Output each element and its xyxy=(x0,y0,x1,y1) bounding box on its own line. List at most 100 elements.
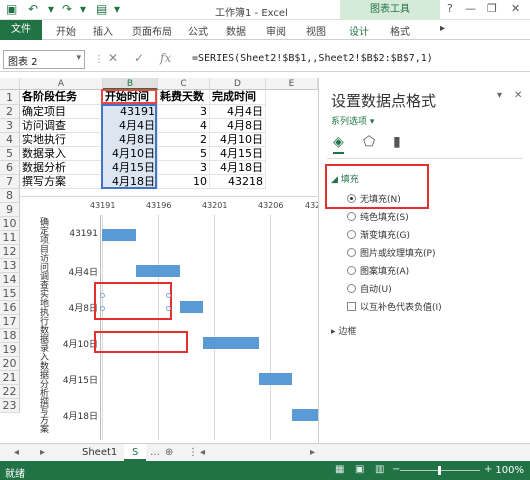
row-header[interactable]: 12 xyxy=(0,245,20,259)
gradient-fill-radio[interactable]: 渐变填充(G) xyxy=(347,228,410,241)
table-cell[interactable]: 实地执行 xyxy=(20,133,103,147)
column-header-d[interactable]: D xyxy=(210,78,266,90)
zoom-level[interactable]: 100% xyxy=(495,465,524,476)
row-header[interactable]: 23 xyxy=(0,399,20,413)
table-cell[interactable]: 数据录入 xyxy=(20,147,103,161)
tab-insert[interactable]: 插入 xyxy=(93,23,113,38)
add-sheet-icon[interactable]: ⊕ xyxy=(165,447,173,458)
table-cell[interactable]: 4月18日 xyxy=(210,161,266,175)
row-header[interactable]: 5 xyxy=(0,147,20,161)
gantt-bar[interactable] xyxy=(180,301,203,313)
row-header[interactable]: 19 xyxy=(0,343,20,357)
separator-icon[interactable]: ⋮ xyxy=(188,447,198,458)
table-cell[interactable]: 4 xyxy=(158,119,210,133)
resize-handle[interactable] xyxy=(166,293,171,298)
redo-dropdown-icon[interactable]: ▾ xyxy=(80,2,86,16)
table-header-cell[interactable]: 耗费天数 xyxy=(158,90,210,105)
table-cell[interactable]: 撰写方案 xyxy=(20,175,103,189)
table-cell[interactable]: 43218 xyxy=(210,175,266,189)
scroll-right-icon[interactable]: ▸ xyxy=(40,447,45,458)
solid-fill-radio[interactable]: 纯色填充(S) xyxy=(347,210,409,223)
tab-data[interactable]: 数据 xyxy=(226,23,246,38)
resize-handle[interactable] xyxy=(166,306,171,311)
zoom-in-icon[interactable]: + xyxy=(484,464,492,475)
gantt-bar[interactable] xyxy=(292,409,318,421)
minimize-button[interactable]: — xyxy=(465,2,476,15)
row-header[interactable]: 20 xyxy=(0,357,20,371)
table-cell[interactable]: 10 xyxy=(158,175,210,189)
picture-fill-radio[interactable]: 图片或纹理填充(P) xyxy=(347,246,435,259)
name-box[interactable]: 图表 2 ▾ xyxy=(3,50,85,69)
select-all-corner[interactable] xyxy=(0,78,20,90)
tab-formulas[interactable]: 公式 xyxy=(188,23,208,38)
formula-input[interactable]: =SERIES(Sheet2!$B$1,,Sheet2!$B$2:$B$7,1) xyxy=(192,53,433,64)
gantt-bar[interactable] xyxy=(102,229,136,241)
undo-icon[interactable]: ↶ xyxy=(28,2,38,16)
chevron-down-icon[interactable]: ▾ xyxy=(497,90,502,101)
gantt-bar[interactable] xyxy=(202,337,259,349)
series-options-icon[interactable]: ▮ xyxy=(393,134,401,150)
row-header[interactable]: 13 xyxy=(0,259,20,273)
confirm-icon[interactable]: ✓ xyxy=(134,51,144,65)
table-cell[interactable]: 5 xyxy=(158,147,210,161)
table-cell[interactable]: 4月18日 xyxy=(103,175,158,189)
column-header-a[interactable]: A xyxy=(20,78,103,90)
resize-handle[interactable] xyxy=(100,293,105,298)
row-header[interactable]: 10 xyxy=(0,217,20,231)
scroll-left-icon[interactable]: ◂ xyxy=(14,447,19,458)
table-cell[interactable]: 4月15日 xyxy=(103,161,158,175)
border-section-header[interactable]: ▸ 边框 xyxy=(331,324,356,337)
invert-negative-checkbox[interactable]: 以互补色代表负值(I) xyxy=(347,300,442,313)
quick-access-icon[interactable]: ▤ xyxy=(96,2,107,16)
table-cell[interactable]: 数据分析 xyxy=(20,161,103,175)
save-icon[interactable]: ▣ xyxy=(6,2,17,16)
user-account-label[interactable]: ▸ xyxy=(440,23,445,34)
table-header-cell[interactable]: 开始时间 xyxy=(103,90,158,105)
cancel-icon[interactable]: ✕ xyxy=(108,51,118,65)
insert-function-icon[interactable]: fx xyxy=(160,51,171,65)
series-options-dropdown[interactable]: 系列选项 ▾ xyxy=(331,114,374,127)
table-cell[interactable]: 4月8日 xyxy=(103,133,158,147)
row-header[interactable]: 6 xyxy=(0,161,20,175)
column-header-c[interactable]: C xyxy=(158,78,210,90)
table-cell[interactable]: 3 xyxy=(158,161,210,175)
file-tab[interactable]: 文件 xyxy=(0,20,42,40)
table-cell[interactable]: 确定项目 xyxy=(20,105,103,119)
more-sheets-icon[interactable]: … xyxy=(150,447,160,458)
table-cell[interactable]: 4月4日 xyxy=(210,105,266,119)
zoom-slider-thumb[interactable] xyxy=(438,466,441,475)
row-header[interactable]: 2 xyxy=(0,105,20,119)
tab-home[interactable]: 开始 xyxy=(56,23,76,38)
page-layout-view-icon[interactable]: ▣ xyxy=(355,464,364,475)
row-header[interactable]: 4 xyxy=(0,133,20,147)
tab-design[interactable]: 设计 xyxy=(349,23,369,38)
chevron-down-icon[interactable]: ▾ xyxy=(76,53,81,63)
redo-icon[interactable]: ↷ xyxy=(62,2,72,16)
sheet-tab[interactable]: Sheet1 xyxy=(74,444,125,461)
table-cell[interactable]: 43191 xyxy=(103,105,158,119)
row-header[interactable]: 8 xyxy=(0,189,20,203)
hscroll-left-icon[interactable]: ◂ xyxy=(200,447,205,458)
row-header[interactable]: 14 xyxy=(0,273,20,287)
table-cell[interactable]: 4月10日 xyxy=(103,147,158,161)
tab-view[interactable]: 视图 xyxy=(306,23,326,38)
close-button[interactable]: ✕ xyxy=(511,2,520,15)
row-header[interactable]: 22 xyxy=(0,385,20,399)
pattern-fill-radio[interactable]: 图案填充(A) xyxy=(347,264,409,277)
row-header[interactable]: 3 xyxy=(0,119,20,133)
table-cell[interactable]: 4月10日 xyxy=(210,133,266,147)
table-cell[interactable]: 3 xyxy=(158,105,210,119)
fill-line-icon[interactable]: ◈ xyxy=(333,134,344,154)
row-header[interactable]: 15 xyxy=(0,287,20,301)
hscroll-right-icon[interactable]: ▸ xyxy=(310,447,315,458)
gantt-chart[interactable]: 43191 43196 43201 43206 43211 确定项目 43191… xyxy=(20,196,318,443)
automatic-fill-radio[interactable]: 自动(U) xyxy=(347,282,392,295)
worksheet-grid[interactable]: A B C D E 1 2 3 4 5 6 7 8 9 10 11 12 13 … xyxy=(0,78,318,443)
table-cell[interactable]: 4月15日 xyxy=(210,147,266,161)
close-icon[interactable]: ✕ xyxy=(514,90,522,101)
table-cell[interactable]: 2 xyxy=(158,133,210,147)
row-header[interactable]: 7 xyxy=(0,175,20,189)
table-header-cell[interactable]: 完成时间 xyxy=(210,90,266,105)
tab-review[interactable]: 审阅 xyxy=(266,23,286,38)
help-icon[interactable]: ? xyxy=(447,2,453,15)
